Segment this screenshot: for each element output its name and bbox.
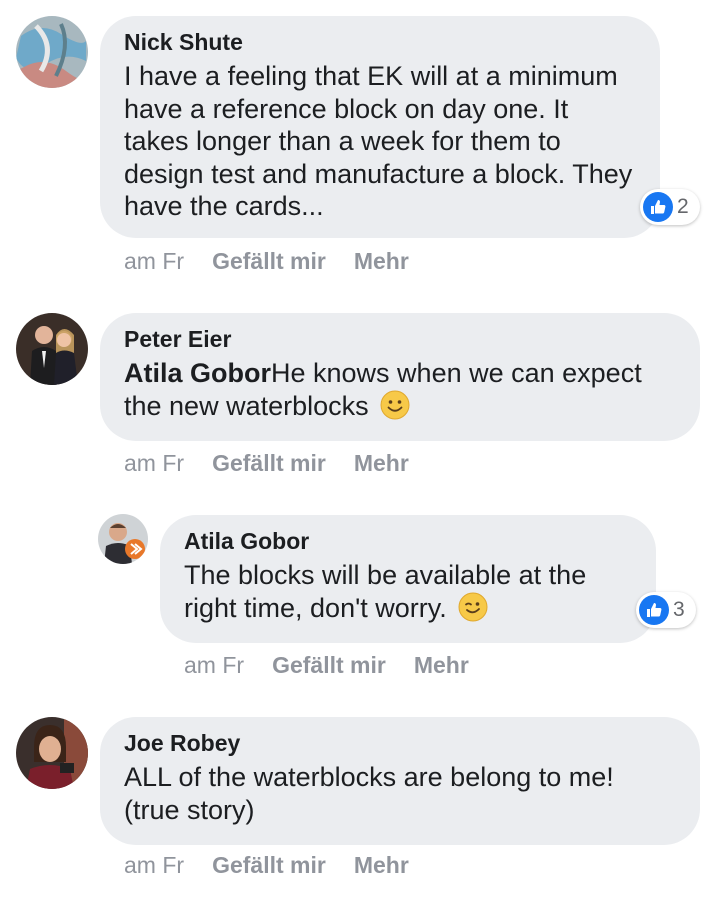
comment-bubble: Peter Eier Atila GoborHe knows when we c… <box>100 313 700 441</box>
comment-bubble: Joe Robey ALL of the waterblocks are bel… <box>100 717 700 845</box>
comment-timestamp[interactable]: am Fr <box>124 852 184 878</box>
like-button[interactable]: Gefällt mir <box>212 450 326 476</box>
comment-timestamp[interactable]: am Fr <box>124 248 184 274</box>
comment-nick-shute: Nick Shute I have a feeling that EK will… <box>0 0 720 290</box>
comment-text: Atila GoborHe knows when we can expect t… <box>124 357 676 422</box>
comment-text: The blocks will be available at the righ… <box>184 559 632 624</box>
comment-actions: am Fr Gefällt mir Mehr <box>124 449 409 477</box>
comment-joe-robey: Joe Robey ALL of the waterblocks are bel… <box>0 705 720 905</box>
comment-author[interactable]: Joe Robey <box>124 729 676 757</box>
comment-bubble: Nick Shute I have a feeling that EK will… <box>100 16 660 238</box>
thumbs-up-icon <box>639 595 669 625</box>
comment-actions: am Fr Gefällt mir Mehr <box>124 247 409 275</box>
thumbs-up-icon <box>643 192 673 222</box>
more-button[interactable]: Mehr <box>414 652 469 678</box>
more-button[interactable]: Mehr <box>354 450 409 476</box>
avatar[interactable] <box>16 16 88 88</box>
mention-link[interactable]: Atila Gobor <box>124 358 271 388</box>
comment-author[interactable]: Nick Shute <box>124 28 636 56</box>
comment-bubble: Atila Gobor The blocks will be available… <box>160 515 656 643</box>
like-button[interactable]: Gefällt mir <box>272 652 386 678</box>
smile-emoji <box>380 390 410 419</box>
comment-author[interactable]: Atila Gobor <box>184 527 632 555</box>
wink-emoji <box>458 592 488 621</box>
comment-actions: am Fr Gefällt mir Mehr <box>184 651 469 679</box>
reaction-count: 3 <box>673 598 685 621</box>
like-button[interactable]: Gefällt mir <box>212 248 326 274</box>
comment-text: I have a feeling that EK will at a minim… <box>124 61 633 221</box>
comment-actions: am Fr Gefällt mir Mehr <box>124 851 409 879</box>
like-button[interactable]: Gefällt mir <box>212 852 326 878</box>
comment-timestamp[interactable]: am Fr <box>184 652 244 678</box>
reaction-count: 2 <box>677 195 689 218</box>
avatar[interactable] <box>16 717 88 789</box>
comment-text: ALL of the waterblocks are belong to me!… <box>124 762 614 825</box>
avatar[interactable] <box>16 313 88 385</box>
comment-author[interactable]: Peter Eier <box>124 325 676 353</box>
reaction-summary[interactable]: 2 <box>640 189 700 225</box>
reaction-summary[interactable]: 3 <box>636 592 696 628</box>
more-button[interactable]: Mehr <box>354 852 409 878</box>
comment-timestamp[interactable]: am Fr <box>124 450 184 476</box>
comment-peter-eier: Peter Eier Atila GoborHe knows when we c… <box>0 290 720 490</box>
comment-body: The blocks will be available at the righ… <box>184 560 587 623</box>
reply-atila-gobor: Atila Gobor The blocks will be available… <box>0 490 720 705</box>
avatar[interactable] <box>98 514 148 564</box>
more-button[interactable]: Mehr <box>354 248 409 274</box>
